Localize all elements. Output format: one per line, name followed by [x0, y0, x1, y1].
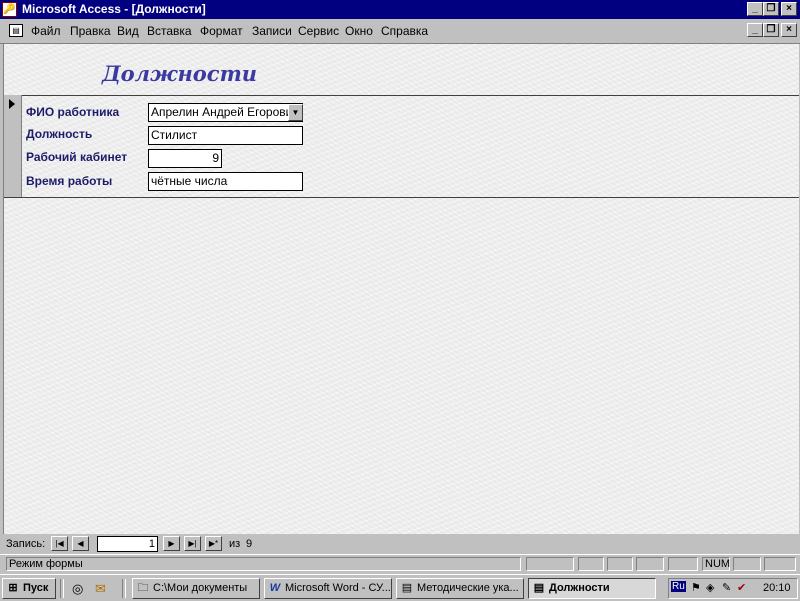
menu-help[interactable]: Справка: [381, 24, 428, 38]
status-panel-5: [668, 557, 698, 571]
start-label: Пуск: [23, 582, 49, 594]
folder-icon: 🗀: [137, 582, 149, 594]
language-indicator[interactable]: Ru: [671, 581, 686, 592]
record-label: Запись:: [6, 538, 46, 550]
tray-scheduler-icon[interactable]: ◈: [706, 581, 714, 594]
windows-logo-icon: ⊞: [8, 582, 18, 594]
employee-name-value: Апрелин Андрей Егорович: [151, 105, 299, 119]
taskbar: ⊞ Пуск ◎ ✉ 🗀 C:\Мои документы W Microsof…: [0, 574, 800, 601]
status-num: NUM: [702, 557, 730, 571]
status-panel-3: [607, 557, 633, 571]
access-app-icon[interactable]: 🔑: [2, 2, 17, 17]
form-document-icon[interactable]: ▤: [9, 24, 23, 37]
quicklaunch-outlook-icon[interactable]: ✉: [95, 581, 106, 597]
new-record-button[interactable]: ▶*: [205, 536, 222, 551]
window-title: Microsoft Access - [Должности]: [22, 2, 206, 16]
menu-edit[interactable]: Правка: [70, 24, 111, 38]
status-panel-6: [733, 557, 761, 571]
position-field[interactable]: Стилист: [148, 126, 303, 145]
menu-file[interactable]: Файл: [31, 24, 61, 38]
title-bar: 🔑 Microsoft Access - [Должности] _ ❐ ×: [0, 0, 800, 19]
doc-restore-button[interactable]: ❐: [763, 23, 779, 37]
word-icon: W: [269, 582, 281, 594]
menu-tools[interactable]: Сервис: [298, 24, 339, 38]
record-total: 9: [246, 538, 253, 550]
taskbar-label: C:\Мои документы: [153, 582, 248, 594]
menu-records[interactable]: Записи: [252, 24, 292, 38]
menu-view[interactable]: Вид: [117, 24, 139, 38]
label-work-time: Время работы: [26, 174, 113, 188]
access-form-icon: ▤: [533, 582, 545, 594]
taskbar-label: Должности: [549, 582, 610, 594]
status-panel-7: [764, 557, 796, 571]
status-panel-4: [636, 557, 664, 571]
label-employee-name: ФИО работника: [26, 105, 120, 119]
office-field[interactable]: 9: [148, 149, 222, 168]
menu-insert[interactable]: Вставка: [147, 24, 192, 38]
last-record-button[interactable]: ▶|: [184, 536, 201, 551]
tray-flag-icon[interactable]: ⚑: [691, 581, 701, 594]
label-position: Должность: [26, 127, 93, 141]
restore-button[interactable]: ❐: [763, 2, 779, 16]
status-mode: Режим формы: [6, 557, 521, 571]
label-office: Рабочий кабинет: [26, 150, 128, 164]
header-divider: [4, 95, 799, 96]
next-record-button[interactable]: ▶: [163, 536, 180, 551]
menu-window[interactable]: Окно: [345, 24, 373, 38]
close-button[interactable]: ×: [781, 2, 797, 16]
record-selector[interactable]: [4, 95, 22, 197]
status-bar: Режим формы NUM: [0, 554, 800, 573]
taskbar-separator: [60, 579, 64, 598]
menu-format[interactable]: Формат: [200, 24, 243, 38]
taskbar-label: Методические ука...: [417, 582, 519, 594]
tray-check-icon[interactable]: ✔: [737, 581, 746, 594]
taskbar-button-positions[interactable]: ▤ Должности: [528, 578, 656, 599]
taskbar-separator-2: [122, 579, 126, 598]
record-number-field[interactable]: 1: [97, 536, 158, 552]
form-title: Должности: [102, 61, 258, 86]
current-record-arrow-icon: [9, 99, 15, 109]
start-button[interactable]: ⊞ Пуск: [2, 578, 56, 599]
minimize-button[interactable]: _: [747, 2, 763, 16]
word-doc-icon: ▤: [401, 582, 413, 594]
work-time-field[interactable]: чётные числа: [148, 172, 303, 191]
tray-pen-icon[interactable]: ✎: [722, 581, 731, 594]
doc-close-button[interactable]: ×: [781, 23, 797, 37]
record-navigation-bar: Запись: |◀ ◀ 1 ▶ ▶| ▶* из 9: [0, 534, 800, 554]
status-panel-2: [578, 557, 604, 571]
first-record-button[interactable]: |◀: [51, 536, 68, 551]
status-panel-1: [526, 557, 574, 571]
prev-record-button[interactable]: ◀: [72, 536, 89, 551]
system-tray: Ru ⚑ ◈ ✎ ✔ 20:10: [668, 578, 798, 599]
quicklaunch-ie-icon[interactable]: ◎: [72, 581, 83, 597]
chevron-down-icon[interactable]: ▼: [288, 104, 303, 121]
detail-divider: [4, 197, 799, 198]
taskbar-label: Microsoft Word - СУ...: [285, 582, 391, 594]
record-of-label: из: [229, 538, 241, 550]
clock[interactable]: 20:10: [763, 582, 791, 594]
taskbar-button-methodical[interactable]: ▤ Методические ука...: [396, 578, 524, 599]
taskbar-button-word[interactable]: W Microsoft Word - СУ...: [264, 578, 392, 599]
doc-minimize-button[interactable]: _: [747, 23, 763, 37]
taskbar-button-my-documents[interactable]: 🗀 C:\Мои документы: [132, 578, 260, 599]
menu-bar: ▤ Файл Правка Вид Вставка Формат Записи …: [0, 19, 800, 44]
employee-name-combo[interactable]: Апрелин Андрей Егорович: [148, 103, 303, 122]
form-area: Должности ФИО работника Апрелин Андрей Е…: [3, 44, 799, 534]
